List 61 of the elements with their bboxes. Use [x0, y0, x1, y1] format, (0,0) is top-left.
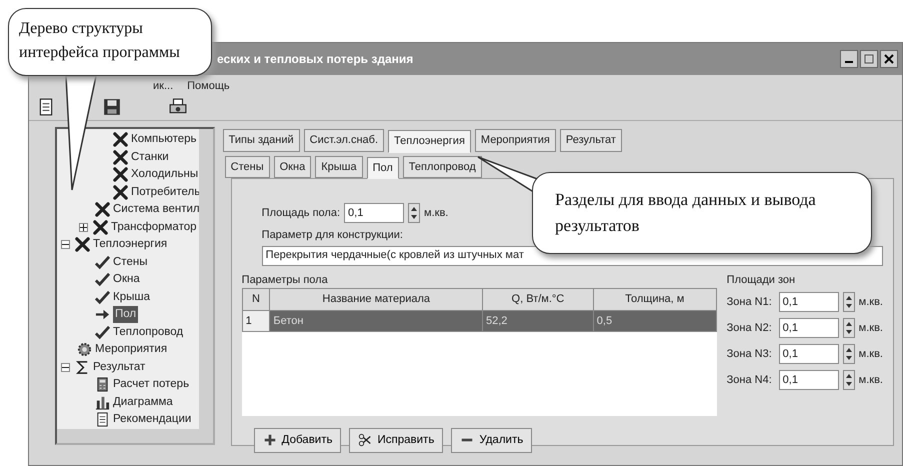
tree-item[interactable]: Компьютерь [131, 131, 197, 148]
field-label: Параметр для конструкции: [262, 228, 403, 243]
column-header[interactable]: Толщина, м [593, 288, 716, 310]
menu-item[interactable]: ик... [153, 78, 174, 94]
tab[interactable]: Типы зданий [222, 129, 300, 152]
number-field[interactable]: 0,1 [778, 370, 839, 390]
tab[interactable]: Стены [224, 156, 270, 178]
unit-label: м.кв. [858, 346, 883, 362]
menu-item[interactable]: Помощь [187, 78, 230, 94]
tree-item[interactable]: Станки [131, 148, 169, 166]
column-header[interactable]: Q, Вт/м.°С [482, 288, 594, 310]
toolbar-button[interactable]: Исправить [349, 428, 444, 453]
column-header[interactable]: N [242, 288, 270, 310]
tree-item[interactable]: Холодильны [131, 166, 198, 184]
tab[interactable]: Теплоэнергия [388, 130, 471, 152]
tree-item[interactable]: Пол [113, 306, 138, 324]
tree-item[interactable]: Теплоэнергия [93, 236, 168, 254]
unit-label: м.кв. [424, 206, 448, 221]
group-title: Параметры пола [242, 272, 329, 288]
toolbar-button[interactable]: Добавить [254, 428, 342, 453]
table-cell[interactable]: Бетон [270, 310, 483, 332]
callout-tooltip: Дерево структуры интерфейса программы [8, 8, 212, 76]
tree-item[interactable]: Стены [113, 254, 148, 271]
tree-item[interactable]: Трансформатор [111, 218, 197, 236]
field-label: Зона N4: [726, 372, 773, 388]
tree-item[interactable]: Диаграмма [113, 394, 173, 411]
tree-item[interactable]: Результат [93, 358, 146, 376]
field-label: Зона N2: [726, 320, 773, 336]
field-label: Зона N3: [726, 346, 773, 362]
number-field[interactable]: 0,1 [778, 344, 839, 364]
table-cell[interactable]: 0,5 [593, 310, 716, 332]
tab[interactable]: Крыша [315, 156, 363, 178]
tree-item[interactable]: Крыша [113, 288, 150, 306]
toolbar-button[interactable]: Удалить [451, 428, 532, 453]
tree-item[interactable]: Потребитель [131, 184, 200, 201]
tab[interactable]: Окна [274, 156, 312, 178]
tab[interactable]: Мероприятия [474, 129, 556, 152]
tab[interactable]: Результат [560, 129, 622, 152]
tree-item[interactable]: Мероприятия [95, 341, 168, 358]
field-label: Зона N1: [726, 294, 773, 310]
tree-item[interactable]: Система вентил [113, 201, 200, 218]
tab[interactable]: Пол [366, 156, 399, 179]
unit-label: м.кв. [858, 294, 883, 310]
number-field[interactable]: 0,1 [344, 203, 404, 223]
tab[interactable]: Сист.эл.снаб. [304, 129, 384, 152]
table-cell[interactable]: 52,2 [482, 310, 594, 332]
callout-tooltip: Разделы для ввода данных и вывода результатов [532, 172, 872, 254]
tree-item[interactable]: Расчет потерь [113, 376, 190, 394]
table-cell[interactable]: 1 [242, 310, 270, 332]
tab[interactable]: Теплопровод [402, 156, 482, 178]
group-title: Площади зон [726, 272, 796, 288]
field-label: Площадь пола: [262, 206, 340, 221]
tree-item[interactable]: Теплопровод [113, 324, 184, 341]
column-header[interactable]: Название материала [270, 288, 483, 310]
number-field[interactable]: 0,1 [778, 292, 839, 312]
unit-label: м.кв. [858, 372, 883, 388]
tree-item[interactable]: Окна [113, 271, 140, 288]
unit-label: м.кв. [858, 320, 883, 336]
tree-item[interactable]: Рекомендации [113, 411, 192, 428]
window-title: еских и тепловых потерь здания [217, 51, 414, 68]
number-field[interactable]: 0,1 [778, 318, 839, 338]
